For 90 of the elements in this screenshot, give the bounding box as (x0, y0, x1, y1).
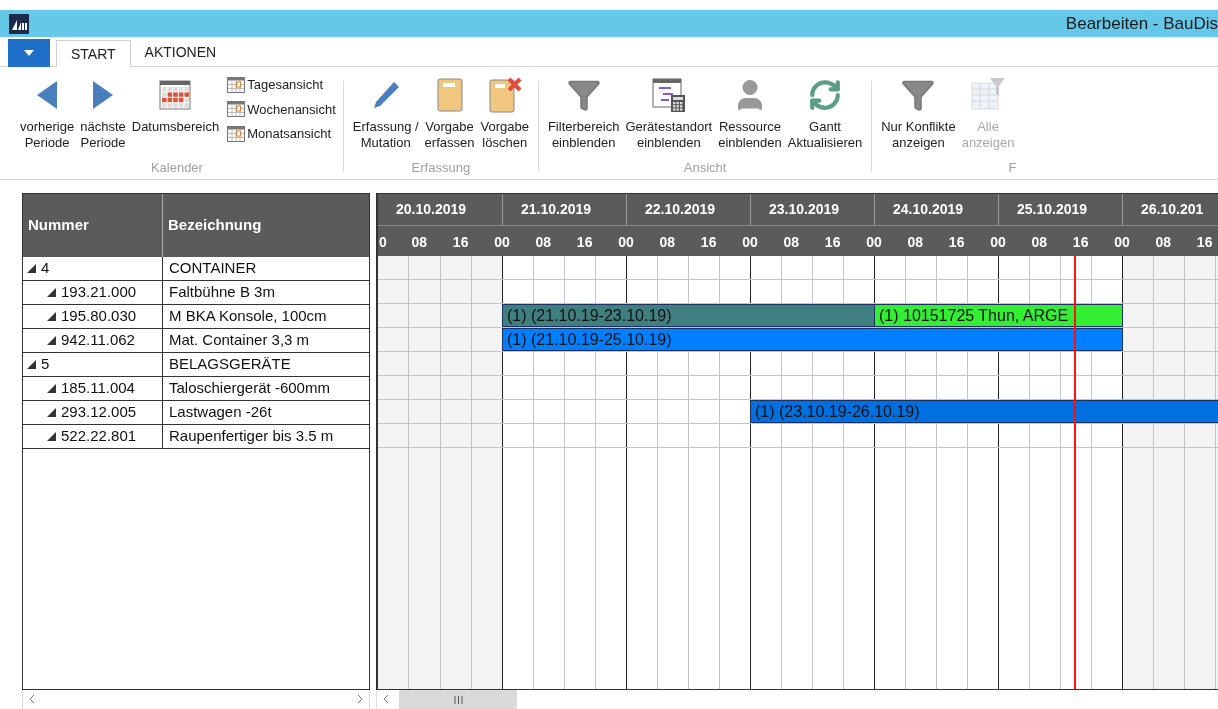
table-cell-text: Mat. Container 3,3 m (168, 330, 311, 351)
hour-label: 00 (618, 233, 634, 252)
calendar-icon (227, 125, 246, 142)
ribbon-tab[interactable]: START (56, 40, 131, 67)
ribbon-button[interactable]: Filterbereich einblenden (545, 75, 622, 151)
item-number: 195.80.030 (61, 306, 137, 327)
ribbon-group-label: Ansicht (683, 159, 727, 177)
horizontal-scrollbar[interactable] (22, 690, 370, 709)
hour-label: 16 (576, 233, 593, 252)
notebook-icon (435, 78, 464, 112)
table-cell-text: M BKA Konsole, 100cm (168, 306, 328, 327)
ribbon-button[interactable]: Vorgabe erfassen (422, 75, 477, 151)
expanded-triangle-icon[interactable] (47, 312, 56, 321)
grip-icon (453, 695, 463, 704)
gantt-bar[interactable]: (1) (21.10.19-23.10.19) (502, 304, 875, 327)
scrollbar-thumb[interactable] (399, 690, 517, 709)
item-number: 293.12.005 (61, 402, 137, 423)
item-number: 522.22.801 (61, 426, 137, 447)
item-number: 942.11.062 (61, 330, 135, 351)
table-cell-text: BELAGSGERÄTE (168, 354, 292, 375)
hour-label: 16 (700, 233, 717, 252)
expanded-triangle-icon[interactable] (47, 384, 56, 393)
ribbon-group-label: F (1008, 159, 1017, 177)
ribbon-button[interactable]: vorherige Periode (18, 75, 77, 151)
column-header: Bezeichnung (167, 215, 263, 236)
hour-label: 16 (1196, 233, 1213, 252)
hour-label: 00 (990, 233, 1006, 252)
window-title: Bearbeiten - BauDis (1065, 12, 1218, 35)
hour-label: 16 (824, 233, 841, 252)
expanded-triangle-icon[interactable] (27, 360, 36, 369)
column-header: Nummer (23, 194, 163, 257)
hour-label: 16 (452, 233, 469, 252)
ribbon-button[interactable]: Gantt Aktualisieren (785, 75, 865, 151)
table-cell-text: CONTAINER (168, 258, 258, 279)
hour-label: 08 (411, 233, 428, 252)
hour-label: 0 (379, 233, 387, 252)
gantt-bar[interactable]: (1) 10151725 Thun, ARGE (874, 304, 1123, 327)
hour-label: 08 (1031, 233, 1048, 252)
expanded-triangle-icon[interactable] (47, 432, 56, 441)
hour-label: 00 (1114, 233, 1130, 252)
hour-label: 16 (948, 233, 965, 252)
right-triangle-icon (90, 79, 115, 111)
table-funnel-icon (970, 77, 1007, 113)
expanded-triangle-icon[interactable] (47, 336, 56, 345)
gantt-bar[interactable]: (1) (23.10.19-26.10.19) (750, 400, 1218, 423)
calendar-icon (227, 76, 246, 93)
table-cell-text: Faltbühne B 3m (168, 282, 276, 303)
notebook-delete-icon (487, 77, 522, 113)
item-number: 4 (41, 258, 50, 279)
item-number: 185.11.004 (61, 378, 135, 399)
hour-label: 08 (535, 233, 552, 252)
refresh-icon (808, 78, 842, 112)
app-logo-icon (9, 13, 29, 34)
hour-label: 00 (494, 233, 510, 252)
ribbon-button[interactable]: nächste Periode (78, 75, 128, 151)
item-number: 193.21.000 (61, 282, 137, 303)
ribbon-button[interactable]: Datumsbereich (129, 75, 222, 135)
ribbon-button[interactable]: Nur Konflikte anzeigen (879, 75, 958, 151)
ribbon-button[interactable]: Vorgabe löschen (478, 75, 531, 151)
hour-label: 08 (659, 233, 676, 252)
ribbon-group-label: Kalender (150, 159, 203, 177)
expanded-triangle-icon[interactable] (47, 408, 56, 417)
ribbon-tab[interactable]: AKTIONEN (130, 39, 231, 66)
ribbon-small-button[interactable]: Monatsansicht (227, 124, 336, 144)
ribbon-small-button[interactable]: Wochenansicht (227, 99, 336, 119)
ribbon-button[interactable]: Ressource einblenden (716, 75, 784, 151)
table-cell-text: Lastwagen -26t (168, 402, 273, 423)
hour-label: 16 (1072, 233, 1089, 252)
ribbon-button[interactable]: Gerätestandort einblenden (623, 75, 715, 151)
expanded-triangle-icon[interactable] (47, 288, 56, 297)
item-number: 5 (41, 354, 50, 375)
date-header: 20.10.2019 (395, 200, 468, 219)
table-calculator-icon (650, 77, 687, 113)
ribbon-small-button[interactable]: Tagesansicht (227, 75, 336, 95)
ribbon-group-label: Erfassung (411, 159, 471, 177)
ribbon-button[interactable]: Erfassung / Mutation (350, 75, 421, 151)
table-cell-text: Taloschiergerät -600mm (168, 378, 331, 399)
hour-label: 00 (742, 233, 758, 252)
hour-label: 00 (866, 233, 882, 252)
calendar-icon (227, 101, 246, 118)
hour-label: 08 (783, 233, 800, 252)
calendar-icon (159, 80, 192, 110)
hour-label: 08 (907, 233, 924, 252)
app-menu-button[interactable] (8, 39, 50, 67)
expanded-triangle-icon[interactable] (27, 264, 36, 273)
left-triangle-icon (35, 79, 60, 111)
gantt-bar[interactable]: (1) (21.10.19-25.10.19) (502, 328, 1123, 351)
hour-label: 08 (1155, 233, 1172, 252)
caret-icon (24, 50, 34, 56)
table-cell-text: Raupenfertiger bis 3.5 m (168, 426, 335, 447)
